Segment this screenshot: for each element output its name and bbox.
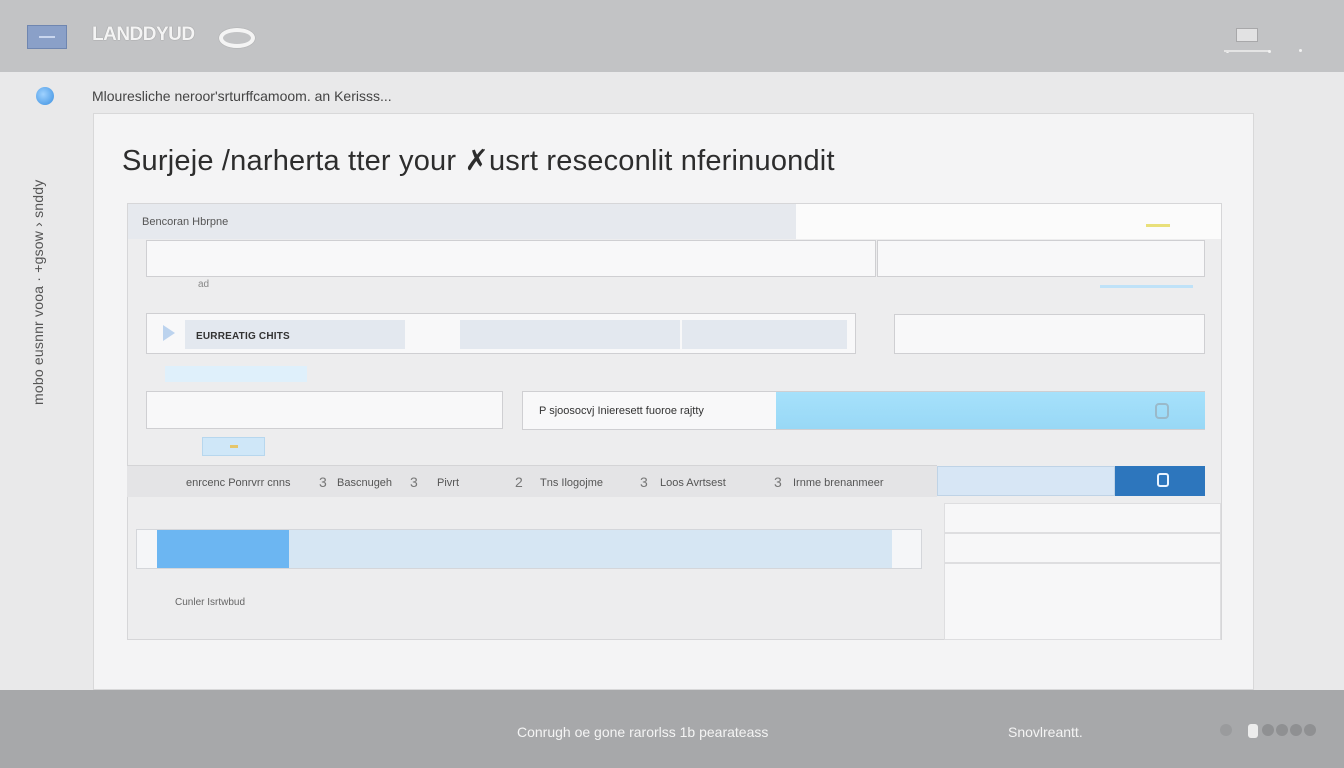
list-item[interactable] (944, 563, 1221, 640)
left-input[interactable] (146, 391, 503, 429)
tab-5[interactable]: Loos Avrtsest (660, 477, 726, 489)
field-underline (1100, 285, 1193, 288)
field-small-label: ad (198, 279, 210, 290)
tab-5-number: 3 (640, 474, 648, 490)
tab-2[interactable]: Bascnugeh (337, 477, 392, 489)
small-chip-button[interactable] (202, 437, 265, 456)
tab-3[interactable]: Pivrt (437, 477, 459, 489)
window-icon[interactable] (1236, 28, 1258, 42)
panel-header-right (796, 204, 1221, 239)
pager-dot[interactable] (1276, 724, 1288, 736)
sidebar-vertical-label[interactable]: mobo eusnnr vooa · +gsow › snddy (30, 115, 46, 405)
pager-dot[interactable] (1262, 724, 1274, 736)
tab-2-number: 3 (319, 474, 327, 490)
list-item[interactable] (944, 503, 1221, 533)
pager-dot-active[interactable] (1248, 724, 1258, 738)
select-highlight[interactable] (776, 392, 1205, 429)
top-header (0, 0, 1344, 72)
status-mark (1146, 224, 1170, 227)
text-field-side[interactable] (877, 240, 1205, 277)
progress-fill (157, 530, 289, 568)
pager-dot[interactable] (1290, 724, 1302, 736)
tab-4-number: 2 (515, 474, 523, 490)
chip-label: EURREATIG CHITS (196, 331, 290, 342)
chip-underline (165, 366, 307, 382)
tab-1[interactable]: enrcenc Ponrvrr cnns (186, 477, 291, 489)
logo-text: LANDDYUD (92, 24, 195, 45)
select-value: P sjoosocvj Inieresett fuoroe rajtty (539, 405, 704, 417)
tab-3-number: 3 (410, 474, 418, 490)
progress-caption: Cunler Isrtwbud (175, 597, 246, 608)
footer-copyright: Conrugh oe gone rarorlss 1b pearateass (517, 724, 769, 740)
tab-search-field[interactable] (937, 466, 1115, 496)
tab-6[interactable]: Irnme brenanmeer (793, 477, 884, 489)
breadcrumb[interactable]: Mlouresliche neroor'srturffcamoom. an Ke… (92, 88, 392, 104)
tab-4[interactable]: Tns Ilogojme (540, 477, 603, 489)
chip-segment (682, 320, 847, 349)
more-icon[interactable] (1299, 49, 1302, 52)
dot-icon (1268, 50, 1271, 53)
list-item[interactable] (944, 533, 1221, 563)
footer-link[interactable]: Snovlreantt. (1008, 724, 1083, 740)
pager-dot[interactable] (1304, 724, 1316, 736)
tab-6-number: 3 (774, 474, 782, 490)
play-icon[interactable] (163, 325, 175, 341)
page-title: Surjeje /narherta tter your ✗usrt reseco… (122, 145, 835, 177)
side-text-field[interactable] (894, 314, 1205, 354)
text-field-main[interactable] (146, 240, 876, 277)
document-icon (1157, 473, 1169, 487)
flag-icon[interactable] (27, 25, 67, 49)
panel-header-label: Bencoran Hbrpne (142, 216, 229, 228)
divider (1224, 50, 1270, 52)
chip-segment (460, 320, 680, 349)
globe-icon[interactable] (36, 87, 54, 105)
pager-dot[interactable] (1220, 724, 1232, 736)
ring-logo-icon (219, 28, 255, 48)
lock-icon[interactable] (1155, 403, 1169, 419)
